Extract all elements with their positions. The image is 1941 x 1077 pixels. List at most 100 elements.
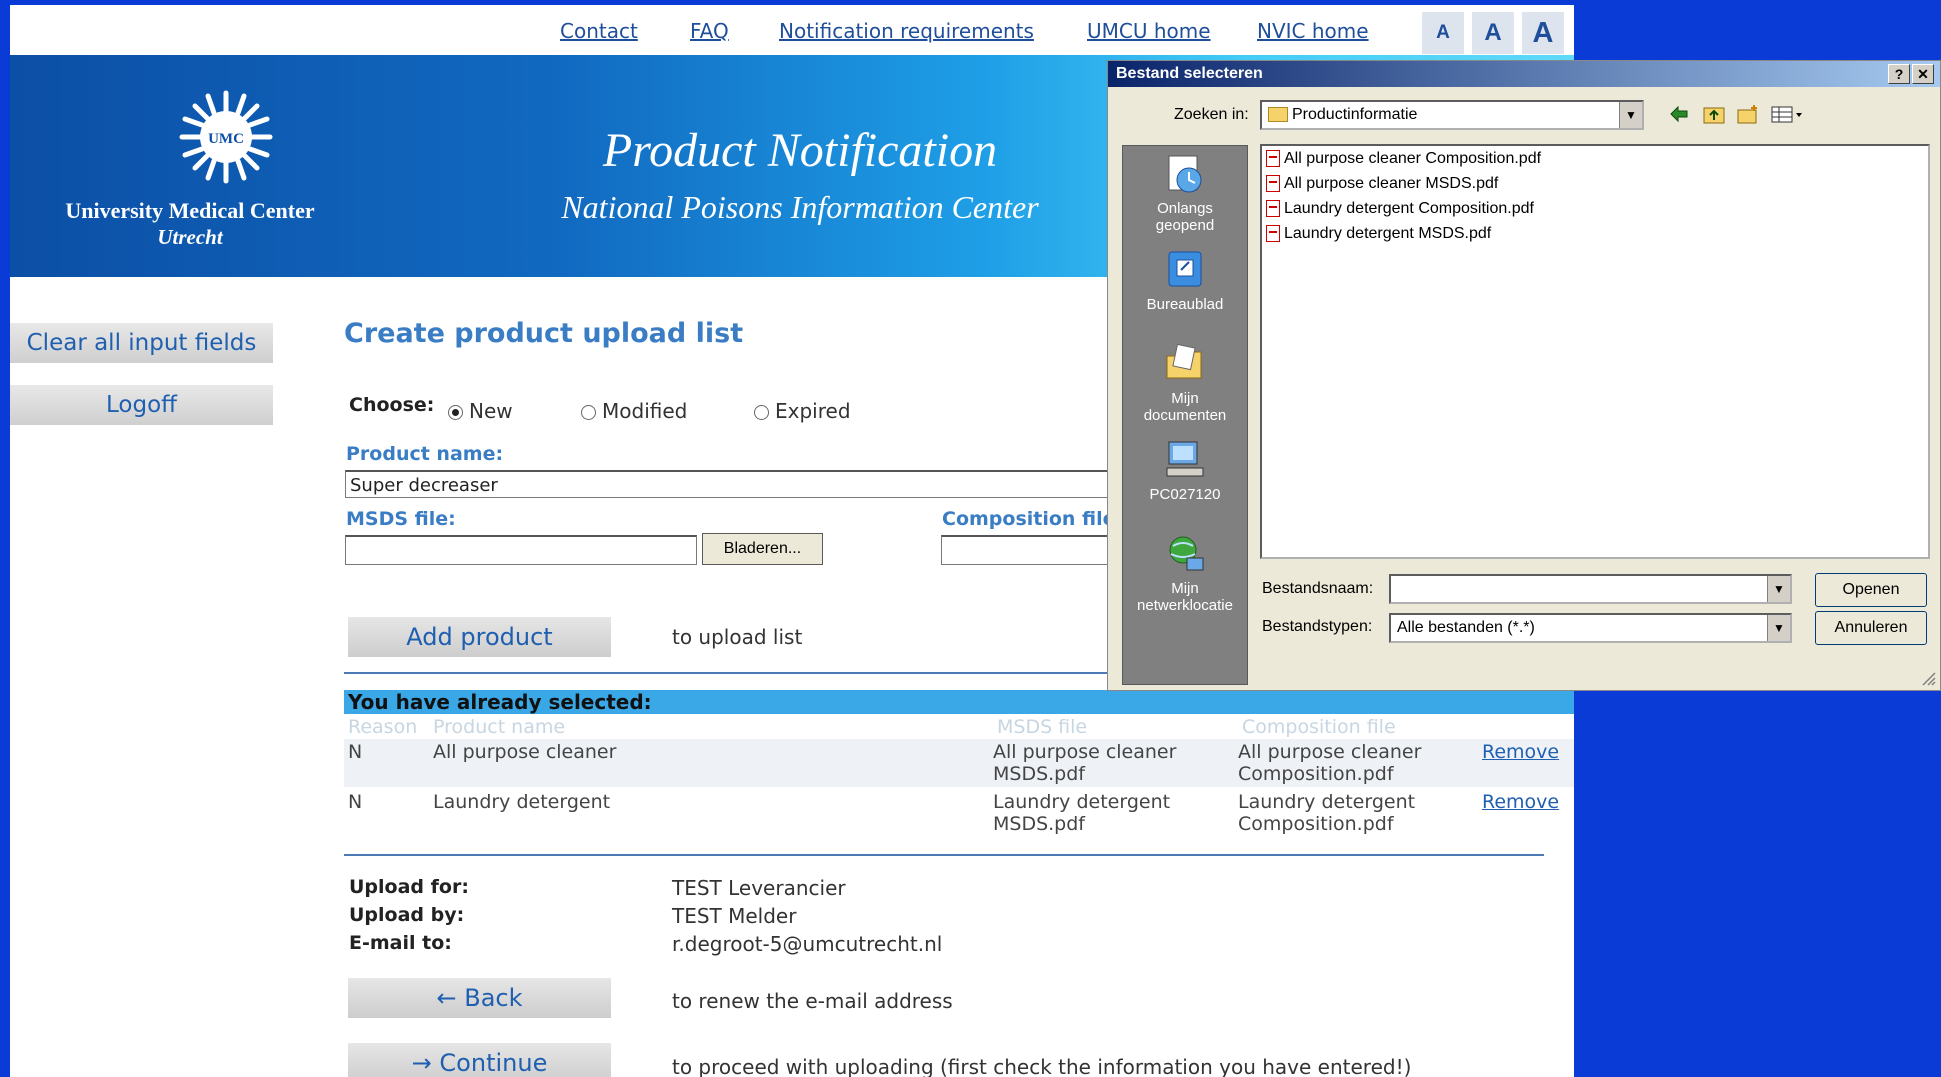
filename-input[interactable]: ▼	[1389, 574, 1792, 604]
network-icon	[1169, 536, 1204, 571]
look-in-select[interactable]: Productinformatie ▼	[1260, 100, 1644, 130]
place-my-computer[interactable]: PC027120	[1123, 438, 1247, 503]
look-in-label: Zoeken in:	[1174, 106, 1249, 123]
close-button[interactable]: ✕	[1912, 64, 1934, 84]
choose-label: Choose:	[349, 394, 435, 416]
row-msds-file-line1: All purpose cleaner	[993, 741, 1177, 763]
remove-link[interactable]: Remove	[1482, 791, 1559, 813]
banner-subtitle: National Poisons Information Center	[561, 189, 1039, 225]
place-recent[interactable]: Onlangs geopend	[1123, 152, 1247, 234]
pdf-file-icon	[1266, 225, 1280, 243]
row-msds-file: All purpose cleaner MSDS.pdf	[993, 741, 1176, 785]
back-hint: to renew the e-mail address	[672, 989, 953, 1013]
add-product-button[interactable]: Add product	[348, 617, 611, 657]
column-header-product-name: Product name	[433, 716, 566, 738]
row-composition-file-line1: All purpose cleaner	[1238, 741, 1422, 763]
help-button[interactable]: ?	[1888, 64, 1910, 84]
divider	[344, 854, 1544, 856]
filetype-select[interactable]: Alle bestanden (*.*) ▼	[1389, 613, 1792, 643]
clear-fields-button[interactable]: Clear all input fields	[10, 323, 273, 363]
msds-browse-button[interactable]: Bladeren...	[702, 533, 823, 565]
upload-for-label: Upload for:	[349, 876, 469, 898]
row-reason: N	[348, 741, 363, 763]
file-name: All purpose cleaner MSDS.pdf	[1284, 175, 1499, 192]
list-item[interactable]: Laundry detergent MSDS.pdf	[1266, 225, 1491, 243]
dialog-title-bar[interactable]: Bestand selecteren	[1108, 61, 1940, 87]
folder-icon	[1268, 107, 1288, 123]
cancel-button[interactable]: Annuleren	[1815, 611, 1927, 645]
table-row: N All purpose cleaner All purpose cleane…	[344, 739, 1574, 787]
back-button[interactable]: ← Back	[348, 978, 611, 1018]
row-composition-file: Laundry detergent Composition.pdf	[1238, 791, 1415, 835]
view-menu-icon[interactable]	[1770, 103, 1804, 125]
place-recent-label1: Onlangs	[1157, 200, 1213, 217]
add-product-hint: to upload list	[672, 625, 803, 649]
list-item[interactable]: All purpose cleaner MSDS.pdf	[1266, 175, 1498, 193]
msds-file-input[interactable]	[345, 535, 697, 565]
faq-link[interactable]: FAQ	[690, 19, 729, 43]
column-header-reason: Reason	[348, 716, 418, 738]
email-to-value: r.degroot-5@umcutrecht.nl	[672, 932, 943, 956]
pdf-file-icon	[1266, 200, 1280, 218]
font-size-large-button[interactable]: A	[1522, 12, 1564, 54]
row-msds-file-line2: MSDS.pdf	[993, 763, 1085, 785]
filename-label: Bestandsnaam:	[1262, 580, 1374, 597]
up-folder-icon[interactable]	[1702, 103, 1726, 125]
logoff-button[interactable]: Logoff	[10, 385, 273, 425]
logo-badge-text: UMC	[208, 131, 244, 147]
file-name: Laundry detergent Composition.pdf	[1284, 200, 1534, 217]
column-header-composition-file: Composition file	[1242, 716, 1396, 738]
place-my-computer-label: PC027120	[1149, 486, 1221, 503]
umcu-home-link[interactable]: UMCU home	[1087, 19, 1211, 43]
nvic-home-link[interactable]: NVIC home	[1257, 19, 1369, 43]
list-item[interactable]: All purpose cleaner Composition.pdf	[1266, 150, 1541, 168]
radio-new-label: New	[469, 399, 513, 423]
radio-expired[interactable]: Expired	[754, 399, 851, 423]
chevron-down-icon[interactable]: ▼	[1767, 576, 1790, 602]
resize-grip-icon[interactable]	[1920, 670, 1936, 686]
row-msds-file: Laundry detergent MSDS.pdf	[993, 791, 1170, 835]
radio-expired-label: Expired	[775, 399, 851, 423]
file-list: All purpose cleaner Composition.pdf All …	[1260, 144, 1930, 559]
place-recent-label2: geopend	[1155, 217, 1215, 234]
row-msds-file-line2: MSDS.pdf	[993, 813, 1085, 835]
row-composition-file-line2: Composition.pdf	[1238, 813, 1394, 835]
msds-file-label: MSDS file:	[346, 508, 456, 530]
contact-link[interactable]: Contact	[560, 19, 638, 43]
logo-text-line2: Utrecht	[157, 225, 223, 249]
my-documents-icon	[1166, 343, 1202, 379]
desktop-icon	[1168, 251, 1202, 287]
upload-by-value: TEST Melder	[672, 904, 797, 928]
upload-for-value: TEST Leverancier	[672, 876, 846, 900]
place-network[interactable]: Mijn netwerklocatie	[1123, 532, 1247, 614]
open-button[interactable]: Openen	[1815, 573, 1927, 607]
list-item[interactable]: Laundry detergent Composition.pdf	[1266, 200, 1534, 218]
notification-requirements-link[interactable]: Notification requirements	[779, 19, 1034, 43]
chevron-down-icon[interactable]: ▼	[1619, 102, 1642, 128]
row-composition-file: All purpose cleaner Composition.pdf	[1238, 741, 1421, 785]
continue-button[interactable]: → Continue	[348, 1043, 611, 1077]
continue-hint: to proceed with uploading (first check t…	[672, 1055, 1412, 1077]
font-size-small-button[interactable]: A	[1422, 12, 1464, 54]
remove-link[interactable]: Remove	[1482, 741, 1559, 763]
composition-file-label: Composition file	[942, 508, 1116, 530]
page-title: Create product upload list	[344, 318, 744, 349]
font-size-medium-button[interactable]: A	[1472, 12, 1514, 54]
place-my-documents[interactable]: Mijn documenten	[1123, 342, 1247, 424]
row-product-name: All purpose cleaner	[433, 741, 617, 763]
radio-modified[interactable]: Modified	[581, 399, 687, 423]
filetype-value: Alle bestanden (*.*)	[1397, 619, 1535, 636]
radio-modified-label: Modified	[602, 399, 688, 423]
new-folder-icon[interactable]	[1736, 103, 1760, 125]
chevron-down-icon[interactable]: ▼	[1767, 615, 1790, 641]
product-name-input[interactable]: Super decreaser	[345, 470, 1145, 498]
pdf-file-icon	[1266, 150, 1280, 168]
logo-text-line1: University Medical Center	[65, 198, 315, 223]
pdf-file-icon	[1266, 175, 1280, 193]
radio-new[interactable]: New	[448, 399, 513, 423]
place-desktop[interactable]: Bureaublad	[1123, 248, 1247, 313]
back-arrow-icon[interactable]	[1668, 103, 1690, 125]
upload-by-label: Upload by:	[349, 904, 465, 926]
row-reason: N	[348, 791, 363, 813]
place-my-documents-label2: documenten	[1143, 407, 1227, 424]
